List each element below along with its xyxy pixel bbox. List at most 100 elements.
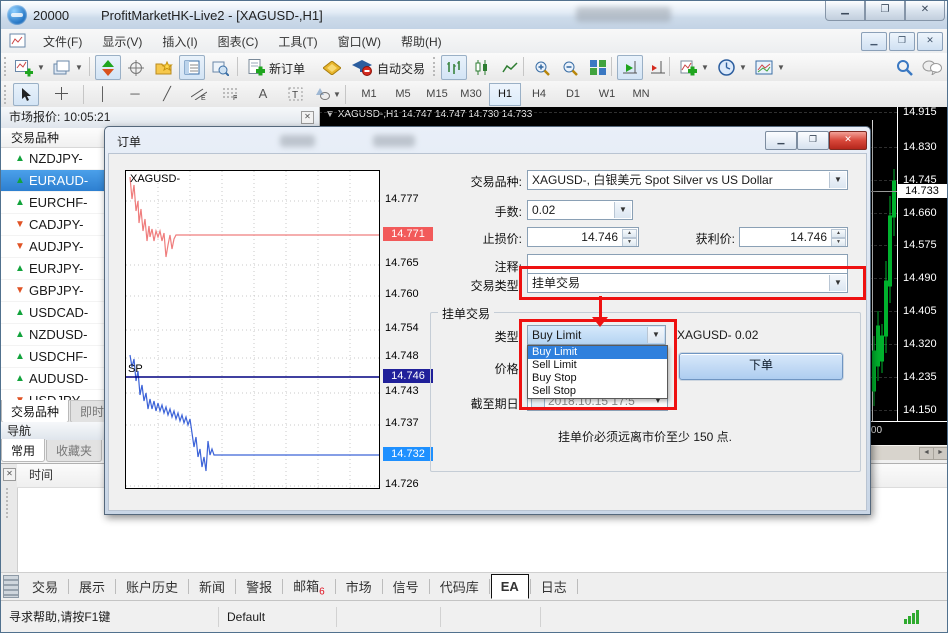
autotrading-button[interactable] — [349, 55, 375, 80]
profiles-button[interactable] — [49, 55, 75, 80]
autoscroll-button[interactable] — [617, 55, 643, 80]
bottom-tab-2[interactable]: 账户历史 — [117, 573, 187, 600]
autotrading-label[interactable]: 自动交易 — [377, 60, 425, 77]
time-column-header[interactable]: 时间 — [29, 468, 53, 482]
status-profile[interactable]: Default — [219, 607, 337, 627]
timeframe-w1[interactable]: W1 — [591, 83, 623, 106]
chat-button[interactable] — [919, 55, 945, 80]
scroll-right-arrow[interactable]: ► — [933, 447, 948, 460]
menu-item-4[interactable]: 工具(T) — [268, 30, 327, 53]
experts-button[interactable] — [319, 55, 345, 80]
bottom-tab-4[interactable]: 警报 — [237, 573, 281, 600]
zoom-in-button[interactable] — [529, 55, 555, 80]
mdi-close-button[interactable]: ✕ — [917, 32, 943, 51]
crosshair-tool-button[interactable] — [49, 83, 73, 104]
shapes-tool-button[interactable] — [311, 83, 335, 104]
menu-item-0[interactable]: 文件(F) — [33, 30, 92, 53]
symbol-select-arrow-icon[interactable]: ▼ — [829, 172, 846, 188]
data-window-toggle-button[interactable] — [179, 55, 205, 80]
volume-select-arrow-icon[interactable]: ▼ — [614, 202, 631, 218]
indicators-dropdown-arrow[interactable]: ▼ — [701, 63, 709, 72]
bar-chart-button[interactable] — [441, 55, 467, 80]
menu-item-5[interactable]: 窗口(W) — [328, 30, 391, 53]
zoom-out-button[interactable] — [557, 55, 583, 80]
mdi-restore-button[interactable]: ❐ — [889, 32, 915, 51]
favorites-button[interactable] — [151, 55, 177, 80]
fibonacci-tool-button[interactable]: F — [219, 83, 243, 104]
timeframe-h1[interactable]: H1 — [489, 83, 521, 106]
bottom-tab-9[interactable]: EA — [491, 574, 529, 599]
new-chart-button[interactable] — [11, 55, 37, 80]
spin-down-icon[interactable]: ▼ — [831, 238, 846, 247]
volume-select[interactable]: 0.02 ▼ — [527, 200, 633, 220]
vertical-line-tool-button[interactable]: │ — [91, 83, 115, 104]
terminal-grip[interactable] — [6, 488, 12, 518]
takeprofit-input[interactable]: 14.746 ▲▼ — [739, 227, 848, 247]
navigator-tab-1[interactable]: 收藏夹 — [46, 440, 102, 462]
new-chart-dropdown-arrow[interactable]: ▼ — [37, 63, 45, 72]
data-window-crosshair-button[interactable] — [123, 55, 149, 80]
bottom-tab-7[interactable]: 信号 — [384, 573, 428, 600]
menu-item-2[interactable]: 插入(I) — [152, 30, 207, 53]
toolbar-grip[interactable] — [4, 85, 10, 104]
new-order-label[interactable]: 新订单 — [269, 60, 305, 77]
minimize-button[interactable]: ▁ — [825, 1, 865, 21]
periods-button[interactable] — [713, 55, 739, 80]
tile-windows-button[interactable] — [585, 55, 611, 80]
timeframe-m5[interactable]: M5 — [387, 83, 419, 106]
symbol-select[interactable]: XAGUSD-, 白银美元 Spot Silver vs US Dollar ▼ — [527, 170, 848, 190]
dialog-minimize-button[interactable]: ▁ — [765, 131, 797, 150]
timeframe-d1[interactable]: D1 — [557, 83, 589, 106]
ticker-icon[interactable] — [3, 575, 19, 598]
channel-tool-button[interactable]: E — [187, 83, 211, 104]
bottom-tab-8[interactable]: 代码库 — [431, 573, 488, 600]
profiles-dropdown-arrow[interactable]: ▼ — [75, 63, 83, 72]
bottom-tab-3[interactable]: 新闻 — [190, 573, 234, 600]
scroll-left-arrow[interactable]: ◄ — [919, 447, 934, 460]
line-chart-button[interactable] — [497, 55, 523, 80]
takeprofit-spinner[interactable]: ▲▼ — [831, 229, 846, 245]
close-button[interactable]: ✕ — [905, 1, 945, 21]
timeframe-m15[interactable]: M15 — [421, 83, 453, 106]
menu-item-1[interactable]: 显示(V) — [92, 30, 152, 53]
trendline-tool-button[interactable]: ╱ — [155, 83, 179, 104]
restore-button[interactable]: ❐ — [865, 1, 905, 21]
text-tool-button[interactable]: A — [251, 83, 275, 104]
navigator-tab-0[interactable]: 常用 — [1, 439, 45, 462]
toolbar-grip[interactable] — [4, 57, 10, 76]
strategy-tester-button[interactable] — [207, 55, 233, 80]
periods-dropdown-arrow[interactable]: ▼ — [739, 63, 747, 72]
place-order-button[interactable]: 下单 — [679, 353, 843, 380]
menu-item-3[interactable]: 图表(C) — [208, 30, 269, 53]
new-order-button[interactable] — [243, 55, 269, 80]
bottom-tab-5[interactable]: 邮箱6 — [284, 572, 334, 602]
terminal-close-icon[interactable]: ✕ — [3, 468, 16, 481]
templates-dropdown-arrow[interactable]: ▼ — [777, 63, 785, 72]
timeframe-m30[interactable]: M30 — [455, 83, 487, 106]
shapes-dropdown-arrow[interactable]: ▼ — [333, 90, 341, 99]
chart-shift-button[interactable] — [645, 55, 671, 80]
dialog-close-button[interactable]: ✕ — [829, 131, 867, 150]
indicators-button[interactable] — [675, 55, 701, 80]
stoploss-input[interactable]: 14.746 ▲▼ — [527, 227, 639, 247]
mdi-minimize-button[interactable]: ▁ — [861, 32, 887, 51]
spin-up-icon[interactable]: ▲ — [831, 229, 846, 238]
market-watch-close-icon[interactable]: ✕ — [301, 111, 314, 124]
candlestick-chart-button[interactable] — [469, 55, 495, 80]
market-watch-tab-0[interactable]: 交易品种 — [1, 400, 69, 423]
timeframe-h4[interactable]: H4 — [523, 83, 555, 106]
text-label-tool-button[interactable]: T — [283, 83, 307, 104]
bottom-tab-6[interactable]: 市场 — [337, 573, 381, 600]
bottom-tab-0[interactable]: 交易 — [23, 573, 67, 600]
cursor-tool-button[interactable] — [13, 83, 39, 106]
timeframe-m1[interactable]: M1 — [353, 83, 385, 106]
horizontal-line-tool-button[interactable]: ─ — [123, 83, 147, 104]
search-button[interactable] — [891, 55, 917, 80]
dialog-restore-button[interactable]: ❐ — [797, 131, 829, 150]
timeframe-mn[interactable]: MN — [625, 83, 657, 106]
market-watch-toggle-button[interactable] — [95, 55, 121, 80]
bottom-tab-1[interactable]: 展示 — [70, 573, 114, 600]
menu-item-6[interactable]: 帮助(H) — [391, 30, 452, 53]
templates-button[interactable] — [751, 55, 777, 80]
bottom-tab-10[interactable]: 日志 — [532, 573, 576, 600]
